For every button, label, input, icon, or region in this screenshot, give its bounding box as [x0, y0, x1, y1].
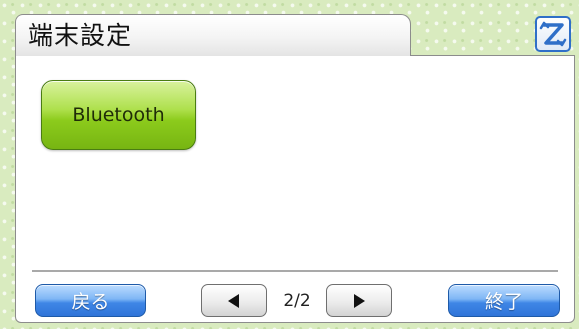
bluetooth-button[interactable]: Bluetooth — [41, 80, 196, 150]
back-button[interactable]: 戻る — [35, 284, 146, 317]
triangle-left-icon — [228, 293, 239, 308]
triangle-right-icon — [354, 293, 365, 308]
page-indicator: 2/2 — [283, 291, 311, 311]
main-panel: Bluetooth 戻る 2/2 終了 — [15, 55, 575, 323]
page-title: 端末設定 — [28, 21, 133, 50]
screen-switch-icon[interactable] — [535, 16, 571, 52]
title-tab: 端末設定 — [15, 14, 411, 56]
next-page-button[interactable] — [326, 284, 392, 317]
footer-divider — [32, 270, 558, 272]
end-button[interactable]: 終了 — [448, 284, 560, 317]
prev-page-button[interactable] — [201, 284, 267, 317]
